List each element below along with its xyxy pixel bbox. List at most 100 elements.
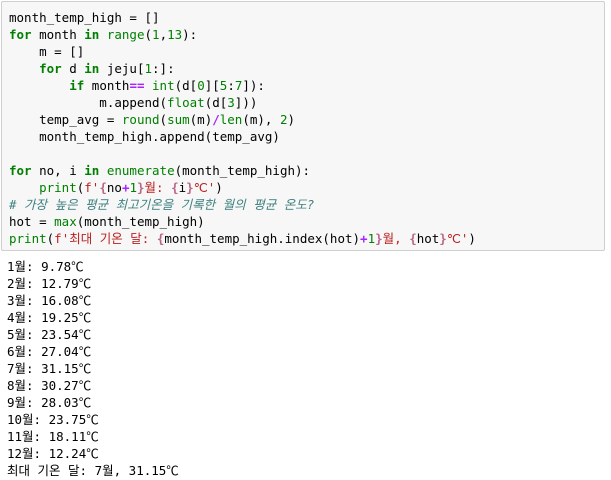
- code-token: :]:: [152, 61, 175, 76]
- code-token: }: [186, 180, 194, 195]
- code-token: /: [212, 112, 220, 127]
- output-line: 11월: 18.11℃: [7, 429, 99, 444]
- code-token: ): [468, 231, 476, 246]
- code-token: float: [167, 95, 205, 110]
- code-token: month: [31, 27, 85, 42]
- code-cell-input[interactable]: month_temp_high = [] for month in range(1…: [1, 1, 605, 251]
- code-token: {: [99, 180, 107, 195]
- code-token: round: [121, 112, 160, 127]
- code-token: 월,: [382, 231, 410, 246]
- code-token: (m): [189, 112, 213, 127]
- code-line: month_temp_high.append(temp_avg): [9, 128, 476, 145]
- code-token: month_temp_high.index(hot): [164, 231, 361, 246]
- code-token: +: [360, 231, 368, 246]
- code-token: max: [54, 214, 77, 229]
- code-token: temp_avg =: [9, 112, 122, 127]
- output-line: 9월: 28.03℃: [7, 395, 92, 410]
- code-token: in: [84, 61, 100, 76]
- code-token: print: [39, 180, 77, 195]
- code-token: }: [137, 180, 145, 195]
- output-line: 6월: 27.04℃: [7, 344, 92, 359]
- code-token: 1: [144, 61, 153, 76]
- code-token: sum: [167, 112, 190, 127]
- code-line: for no, i in enumerate(month_temp_high):: [9, 162, 476, 179]
- code-token: ])): [234, 95, 258, 110]
- code-token: ):: [182, 27, 198, 42]
- code-token: if: [69, 78, 85, 93]
- code-line: m.append(float(d[3])): [9, 94, 476, 111]
- output-line: 7월: 31.15℃: [7, 361, 92, 376]
- code-token: ℃': [446, 231, 469, 246]
- code-token: ): [215, 180, 223, 195]
- code-line: m = []: [9, 43, 476, 60]
- code-line: for d in jeju[1:]:: [9, 60, 476, 77]
- code-line: print(f'최대 기온 달: {month_temp_high.index(…: [9, 230, 476, 247]
- code-token: (month_temp_high):: [174, 163, 311, 178]
- code-token: for: [9, 163, 32, 178]
- code-line: temp_avg = round(sum(m)/len(m), 2): [9, 111, 476, 128]
- code-token: (month_temp_high): [76, 214, 205, 229]
- output-line: 10월: 23.75℃: [7, 412, 99, 427]
- cell-output: 1월: 9.78℃ 2월: 12.79℃ 3월: 16.08℃ 4월: 19.25℃ 5…: [7, 258, 179, 479]
- code-line: # 가장 높은 평균 최고기온을 기록한 월의 평균 온도?: [9, 196, 476, 213]
- code-token: ]):: [242, 78, 265, 93]
- code-token: in: [84, 27, 100, 42]
- code-line: hot = max(month_temp_high): [9, 213, 476, 230]
- output-line: 3월: 16.08℃: [7, 293, 92, 308]
- code-token: f': [84, 180, 100, 195]
- code-token: (: [144, 27, 153, 42]
- code-token: ==: [129, 78, 145, 93]
- code-token: month: [84, 78, 130, 93]
- output-line: 5월: 23.54℃: [7, 327, 92, 342]
- code-token: for: [9, 27, 32, 42]
- output-line: 4월: 19.25℃: [7, 310, 92, 325]
- output-line: 최대 기온 달: 7월, 31.15℃: [7, 463, 179, 478]
- code-token: }: [439, 231, 447, 246]
- code-token: 1: [367, 231, 376, 246]
- code-token: 13: [167, 27, 183, 42]
- code-token: hot: [416, 231, 440, 246]
- code-line: print(f'{no+1}월: {i}℃'): [9, 179, 476, 196]
- code-line: for month in range(1,13):: [9, 26, 476, 43]
- output-line: 8월: 30.27℃: [7, 378, 92, 393]
- code-token: 월:: [144, 180, 172, 195]
- code-token: (d[: [174, 78, 198, 93]
- code-token: 1: [152, 27, 160, 42]
- code-token: month_temp_high = []: [9, 10, 160, 25]
- code-token: month_temp_high.append(temp_avg): [9, 129, 280, 144]
- code-token: 3: [227, 95, 235, 110]
- code-line: month_temp_high = []: [9, 9, 476, 26]
- code-token: ,: [159, 27, 168, 42]
- code-token: no: [106, 180, 122, 195]
- code-token: 2: [279, 112, 288, 127]
- code-token: ℃': [193, 180, 216, 195]
- code-token: jeju[: [99, 61, 145, 76]
- code-token: m.append(: [9, 95, 168, 110]
- code-token: 0: [197, 78, 205, 93]
- code-token: int: [152, 78, 175, 93]
- output-line: 1월: 9.78℃: [7, 259, 84, 274]
- code-token: {: [171, 180, 179, 195]
- code-token: ][: [204, 78, 220, 93]
- code-token: range: [106, 27, 145, 42]
- code-token: :: [227, 78, 235, 93]
- code-token: (m),: [242, 112, 280, 127]
- code-token: len: [219, 112, 243, 127]
- output-line: 2월: 12.79℃: [7, 276, 92, 291]
- code-token: in: [84, 163, 100, 178]
- code-token: 1: [129, 180, 137, 195]
- code-token: (d[: [204, 95, 228, 110]
- code-token: # 가장 높은 평균 최고기온을 기록한 월의 평균 온도?: [9, 197, 315, 212]
- code-token: {: [409, 231, 417, 246]
- code-token: enumerate: [106, 163, 175, 178]
- code-editor[interactable]: month_temp_high = [] for month in range(1…: [9, 9, 476, 247]
- code-token: f'최대 기온 달:: [54, 231, 157, 246]
- code-line: if month== int(d[0][5:7]):: [9, 77, 476, 94]
